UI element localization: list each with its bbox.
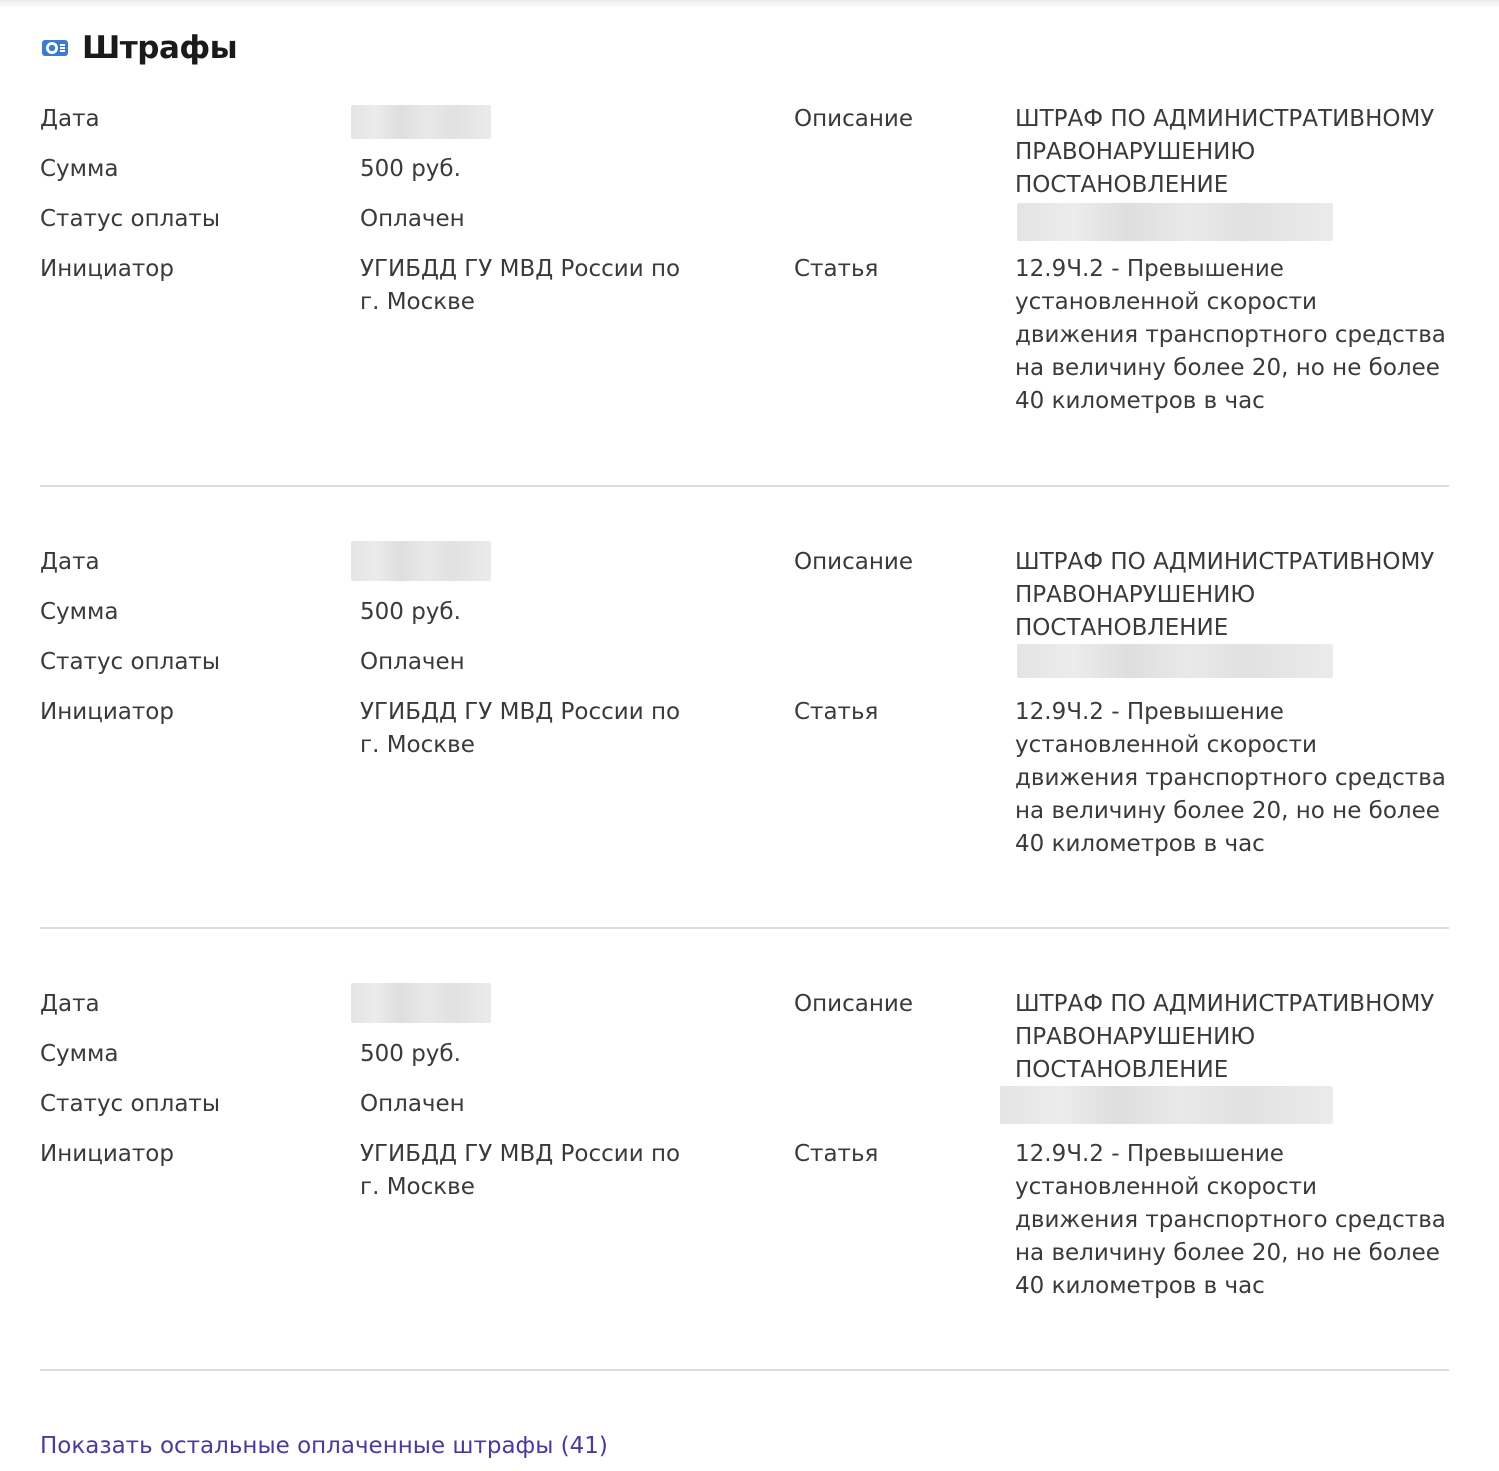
description-label: Описание	[794, 991, 913, 1017]
resolution-number-redacted	[1017, 644, 1333, 678]
article-value: 12.9Ч.2 - Превышение установленной скоро…	[1015, 1141, 1446, 1299]
page-title: Штрафы	[82, 30, 238, 66]
amount-value: 500 руб.	[360, 599, 461, 625]
payment-status-label: Статус оплаты	[40, 206, 220, 232]
amount-label: Сумма	[40, 1041, 119, 1067]
section-header: Штрафы	[40, 24, 238, 72]
initiator-value: УГИБДД ГУ МВД России по г. Москве	[360, 1141, 681, 1200]
divider	[40, 485, 1449, 487]
fine-card: Дата Сумма 500 руб. Статус оплаты Оплаче…	[40, 983, 1449, 1318]
description-label: Описание	[794, 106, 913, 132]
amount-value: 500 руб.	[360, 156, 461, 182]
amount-value: 500 руб.	[360, 1041, 461, 1067]
article-value: 12.9Ч.2 - Превышение установленной скоро…	[1015, 699, 1446, 857]
date-value-redacted	[351, 541, 491, 581]
description-label: Описание	[794, 549, 913, 575]
initiator-value: УГИБДД ГУ МВД России по г. Москве	[360, 699, 681, 758]
payment-status-value: Оплачен	[360, 649, 465, 675]
date-label: Дата	[40, 991, 100, 1017]
description-value: ШТРАФ ПО АДМИНИСТРАТИВНОМУ ПРАВОНАРУШЕНИ…	[1015, 549, 1435, 641]
article-label: Статья	[794, 256, 879, 282]
fine-card: Дата Сумма 500 руб. Статус оплаты Оплаче…	[40, 103, 1449, 433]
top-shadow	[0, 0, 1499, 8]
initiator-value: УГИБДД ГУ МВД России по г. Москве	[360, 256, 681, 315]
date-value-redacted	[351, 105, 491, 139]
description-value: ШТРАФ ПО АДМИНИСТРАТИВНОМУ ПРАВОНАРУШЕНИ…	[1015, 991, 1435, 1083]
date-label: Дата	[40, 549, 100, 575]
resolution-number-redacted	[1000, 1086, 1333, 1124]
show-more-fines-link[interactable]: Показать остальные оплаченные штрафы (41…	[40, 1430, 608, 1463]
divider	[40, 927, 1449, 929]
divider	[40, 1369, 1449, 1371]
initiator-label: Инициатор	[40, 699, 174, 725]
initiator-label: Инициатор	[40, 256, 174, 282]
article-label: Статья	[794, 1141, 879, 1167]
date-value-redacted	[351, 983, 491, 1023]
date-label: Дата	[40, 106, 100, 132]
resolution-number-redacted	[1017, 203, 1333, 241]
initiator-label: Инициатор	[40, 1141, 174, 1167]
fines-icon	[40, 33, 70, 63]
article-value: 12.9Ч.2 - Превышение установленной скоро…	[1015, 256, 1446, 414]
amount-label: Сумма	[40, 156, 119, 182]
description-value: ШТРАФ ПО АДМИНИСТРАТИВНОМУ ПРАВОНАРУШЕНИ…	[1015, 106, 1435, 198]
payment-status-label: Статус оплаты	[40, 1091, 220, 1117]
amount-label: Сумма	[40, 599, 119, 625]
article-label: Статья	[794, 699, 879, 725]
payment-status-value: Оплачен	[360, 1091, 465, 1117]
payment-status-value: Оплачен	[360, 206, 465, 232]
fine-card: Дата Сумма 500 руб. Статус оплаты Оплаче…	[40, 541, 1449, 876]
payment-status-label: Статус оплаты	[40, 649, 220, 675]
